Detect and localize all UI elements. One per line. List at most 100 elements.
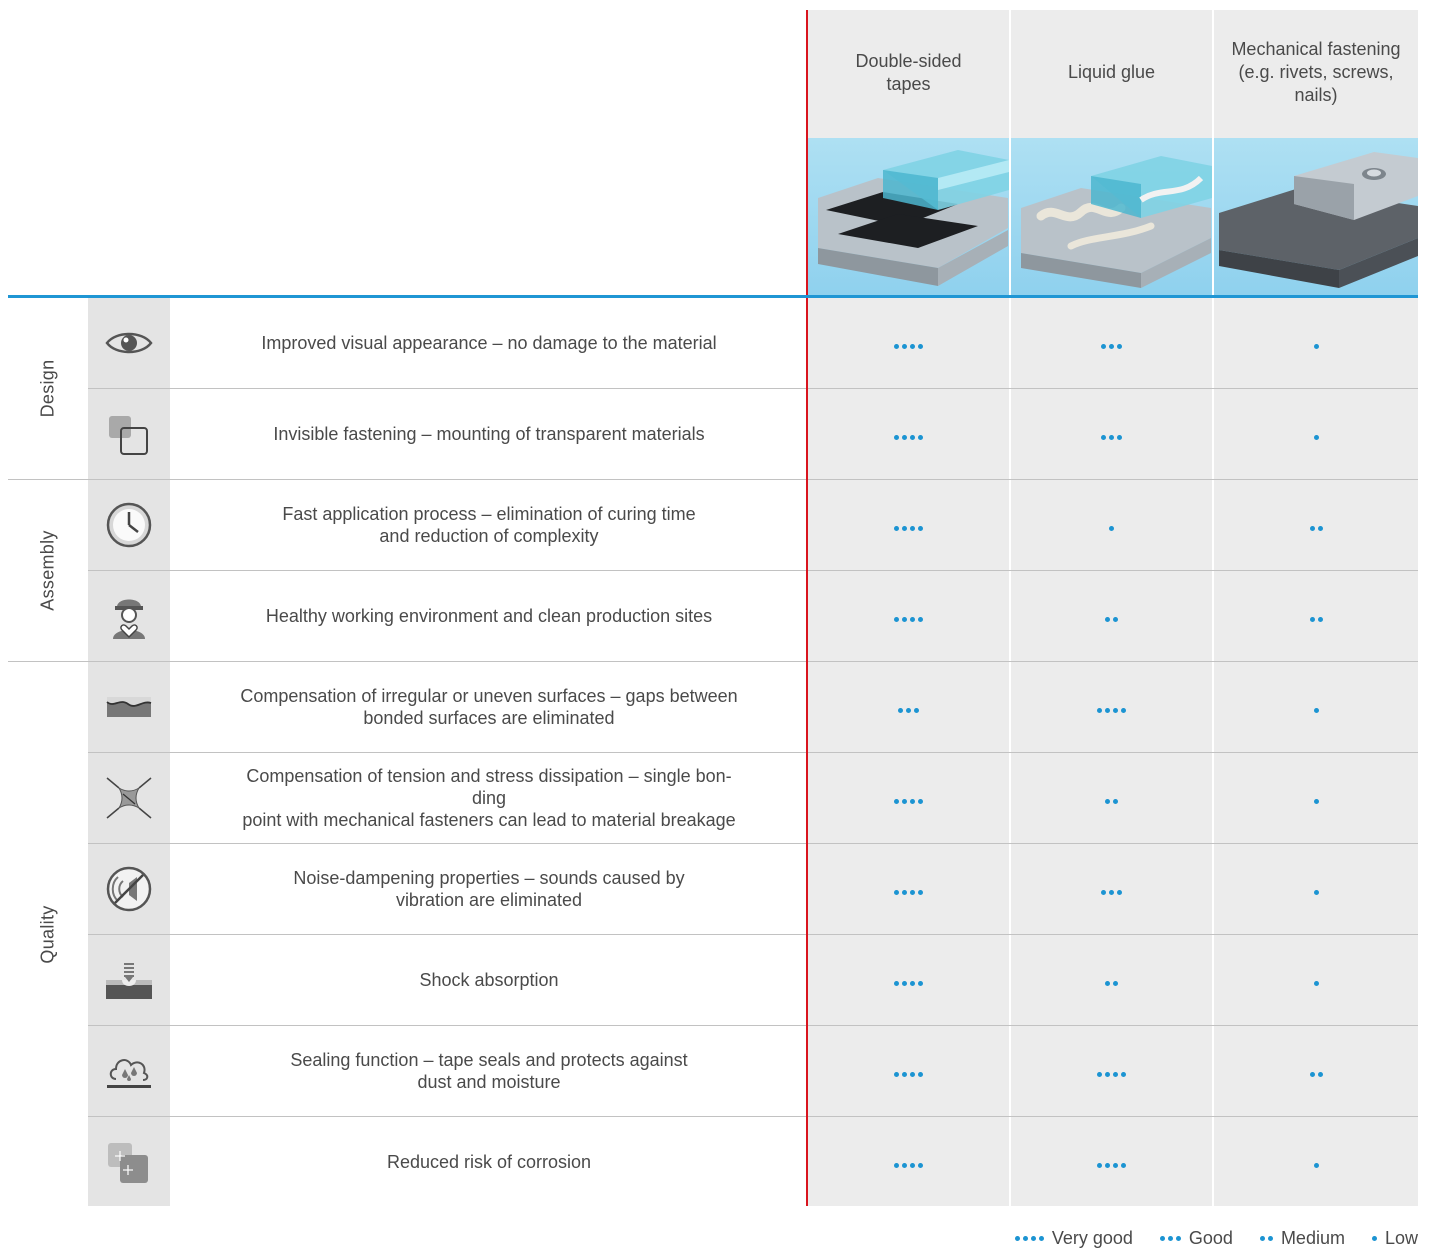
category-label: Design [37, 359, 58, 418]
rating-cell [1011, 1117, 1212, 1207]
rating-cell [1011, 935, 1212, 1025]
rating-dot [918, 980, 923, 986]
feature-text: Healthy working environment and clean pr… [265, 606, 713, 626]
rating-dot [910, 980, 915, 986]
rating-cell [808, 389, 1009, 479]
eye-icon [88, 298, 170, 388]
feature-label: Compensation of irregular or uneven surf… [172, 662, 806, 752]
corrosion-icon [88, 1117, 170, 1207]
column-header-label: Double-sided tapes [855, 50, 962, 94]
mechanical-fastening-photo [1214, 138, 1418, 295]
rating-cell [1214, 753, 1418, 843]
rating-dot [1313, 434, 1319, 440]
rating-dot [910, 1162, 915, 1168]
rating-cell [808, 753, 1009, 843]
legend-item-good: Good [1159, 1228, 1233, 1249]
legend-item-very-good: Very good [1014, 1228, 1133, 1249]
overlapping-squares-icon [88, 389, 170, 479]
rating-dot [894, 1071, 899, 1077]
rating-cell [1011, 753, 1212, 843]
feature-label: Reduced risk of corrosion [172, 1117, 806, 1207]
rating-dot [1117, 889, 1122, 895]
rating-dot [894, 889, 899, 895]
rating-cell [808, 1026, 1009, 1116]
worker-heart-icon [88, 571, 170, 661]
rating-dot [894, 525, 899, 531]
rating-dot [1313, 1162, 1319, 1168]
category-label: Assembly [37, 530, 58, 611]
rating-dot [910, 525, 915, 531]
rating-dot [902, 980, 907, 986]
shock-absorption-icon [88, 935, 170, 1025]
rating-dot [894, 343, 899, 349]
rating-dot [914, 707, 919, 713]
feature-text: Noise-dampening properties – sounds caus… [293, 868, 685, 910]
feature-label: Invisible fastening – mounting of transp… [172, 389, 806, 479]
rating-dot [1176, 1236, 1182, 1241]
rating-dot [1101, 889, 1106, 895]
feature-label: Shock absorption [172, 935, 806, 1025]
rating-dot [1309, 1071, 1315, 1077]
legend-dots [1014, 1236, 1046, 1241]
rating-dot [906, 707, 911, 713]
column-header-liquid-glue: Liquid glue [1011, 10, 1212, 135]
rating-cell [1011, 662, 1212, 752]
rating-cell [1214, 1026, 1418, 1116]
blue-header-line [8, 295, 1418, 298]
legend-dots [1159, 1236, 1183, 1241]
stretched-sheet-icon [88, 753, 170, 843]
rating-dot [1317, 525, 1323, 531]
column-header-label: Liquid glue [1067, 62, 1156, 82]
rating-dot [910, 889, 915, 895]
clock-icon [88, 480, 170, 570]
feature-text: Fast application process – elimination o… [282, 504, 696, 546]
rating-dot [910, 343, 915, 349]
rating-dot [1113, 1162, 1118, 1168]
rating-dot [910, 798, 915, 804]
rating-dot [910, 1071, 915, 1077]
rating-dot [1121, 1071, 1126, 1077]
red-divider-line [806, 10, 808, 1206]
rating-cell [808, 298, 1009, 388]
rating-dot [1097, 1071, 1102, 1077]
rating-dot [902, 1071, 907, 1077]
rating-legend: Very good Good Medium Low [988, 1228, 1418, 1249]
rating-dot [918, 889, 923, 895]
double-sided-tape-photo [808, 138, 1009, 295]
rating-dot [1372, 1236, 1378, 1241]
rating-dot [1109, 525, 1114, 531]
rating-cell [808, 844, 1009, 934]
rating-dot [918, 434, 923, 440]
rating-cell [1011, 1026, 1212, 1116]
rating-cell [808, 571, 1009, 661]
rating-dot [1309, 616, 1315, 622]
feature-label: Noise-dampening properties – sounds caus… [172, 844, 806, 934]
rating-dot [1117, 343, 1122, 349]
rating-cell [1214, 571, 1418, 661]
rating-dot [918, 525, 923, 531]
rating-dot [902, 798, 907, 804]
feature-label: Improved visual appearance – no damage t… [172, 298, 806, 388]
rating-dot [1121, 707, 1126, 713]
legend-label: Low [1384, 1228, 1418, 1248]
rating-dot [1313, 798, 1319, 804]
rating-dot [894, 434, 899, 440]
rating-dot [1317, 616, 1323, 622]
legend-label: Good [1188, 1228, 1233, 1248]
rating-dot [918, 1071, 923, 1077]
rating-dot [1160, 1236, 1166, 1241]
rating-dot [1313, 889, 1319, 895]
legend-item-low: Low [1371, 1228, 1418, 1249]
rating-dot [1113, 798, 1118, 804]
rating-dot [1015, 1236, 1021, 1241]
rating-cell [1214, 935, 1418, 1025]
legend-label: Very good [1051, 1228, 1133, 1248]
rating-dot [902, 434, 907, 440]
rating-dot [902, 343, 907, 349]
rating-dot [1168, 1236, 1174, 1241]
rating-dot [1105, 1071, 1110, 1077]
rating-dot [1101, 434, 1106, 440]
rating-dot [910, 616, 915, 622]
rating-dot [1268, 1236, 1274, 1241]
rating-dot [894, 616, 899, 622]
